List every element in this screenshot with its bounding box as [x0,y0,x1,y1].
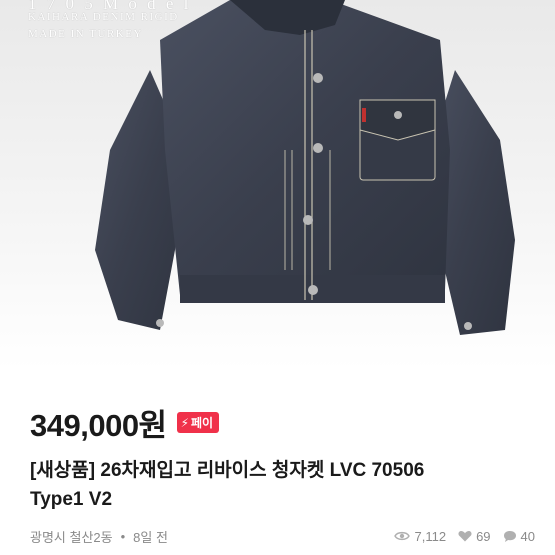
listing-meta: 광명시 철산2동 • 8일 전 7,112 69 40 [30,525,535,547]
stats: 7,112 69 40 [394,529,535,544]
views-stat: 7,112 [394,529,446,544]
views-count: 7,112 [414,528,447,544]
chats-stat: 40 [503,529,535,544]
heart-icon [458,531,472,542]
product-photo[interactable]: 1 7 0 5 M o d e l KAIHARA DENIM RIGID MA… [0,0,555,370]
time-ago: 8일 전 [133,529,168,545]
lightning-icon: ⚡ [180,415,190,430]
price-row: 349,000원 ⚡ 페이 [30,400,220,445]
location: 광명시 철산2동 [30,529,113,545]
pay-badge: ⚡ 페이 [176,412,220,433]
photo-origin-text: MADE IN TURKEY [28,28,143,40]
photo-fabric-text: KAIHARA DENIM RIGID [28,11,179,23]
separator: • [120,528,126,544]
listing-title-line2: Type1 V2 [30,489,113,510]
listing-title-line1: [새상품] 26차재입고 리바이스 청자켓 LVC 70506 [30,460,425,481]
chat-bubble-icon [503,530,516,542]
likes-count: 69 [476,528,491,544]
chats-count: 40 [520,528,535,544]
denim-jacket-image [95,0,515,335]
pay-badge-label: 페이 [191,416,214,430]
listing-title: [새상품] 26차재입고 리바이스 청자켓 LVC 70506 Type1 V2 [30,456,530,514]
likes-stat[interactable]: 69 [458,528,491,544]
price: 349,000원 [30,408,167,443]
eye-icon [394,531,411,541]
